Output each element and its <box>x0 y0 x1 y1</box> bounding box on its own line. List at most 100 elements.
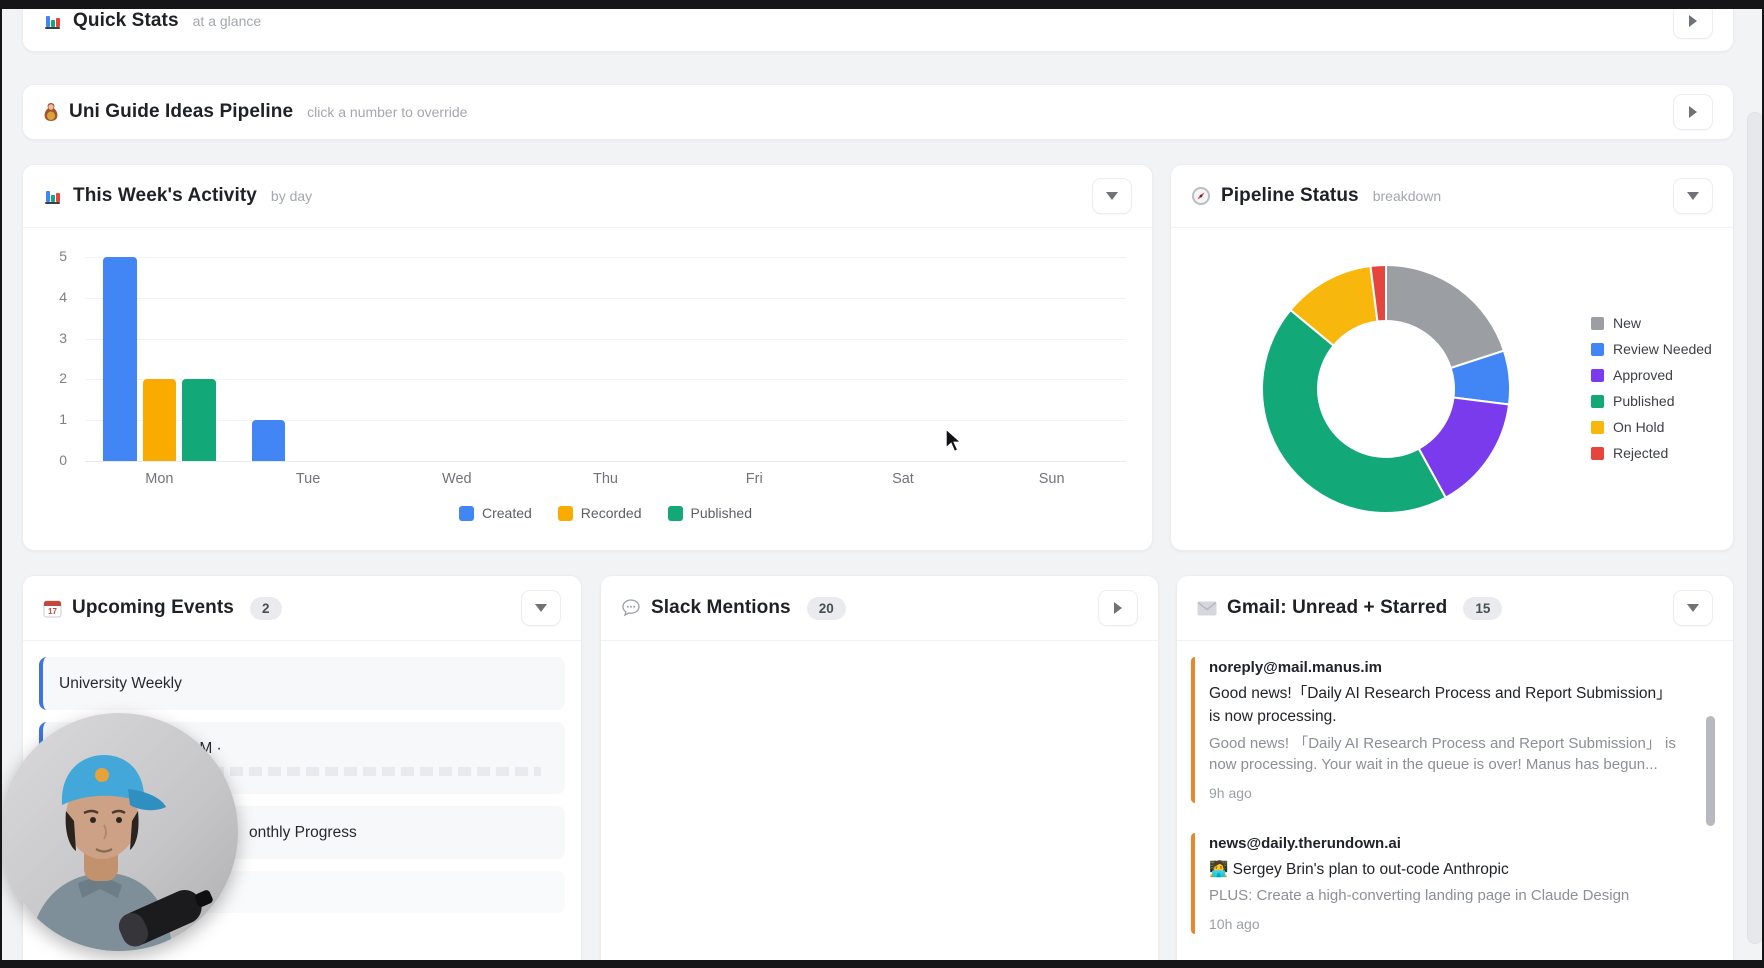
gridline <box>85 339 1126 340</box>
x-axis-tick: Fri <box>680 471 829 487</box>
legend-swatch <box>558 506 573 521</box>
bar-recorded-mon[interactable] <box>143 379 177 461</box>
webcam-video <box>0 713 238 951</box>
donut-slice-new[interactable] <box>1386 265 1504 368</box>
y-axis-tick: 1 <box>27 411 67 427</box>
email-timestamp: 10h ago <box>1209 916 1677 932</box>
legend-label: Rejected <box>1613 445 1668 461</box>
legend-swatch <box>1591 447 1604 460</box>
dropdown-button[interactable] <box>1673 590 1713 626</box>
email-snippet: PLUS: Create a high-converting landing p… <box>1209 885 1677 907</box>
expand-button[interactable] <box>1673 94 1713 130</box>
email-subject: Good news!「Daily AI Research Process and… <box>1209 682 1677 729</box>
bar-chart-icon <box>43 11 63 31</box>
legend-label: Recorded <box>581 505 642 521</box>
gridline <box>85 379 1126 380</box>
svg-text:17: 17 <box>48 607 57 616</box>
x-axis-tick: Wed <box>382 471 531 487</box>
gmail-panel: Gmail: Unread + Starred 15 noreply@mail.… <box>1176 575 1734 968</box>
bar-chart-plot <box>85 257 1126 461</box>
chevron-down-icon <box>535 604 547 612</box>
legend-item-new[interactable]: New <box>1591 315 1712 331</box>
webcam-overlay[interactable] <box>0 713 238 951</box>
legend-item-published[interactable]: Published <box>668 505 753 521</box>
legend-swatch <box>1591 317 1604 330</box>
panel-title: Slack Mentions <box>651 597 791 619</box>
legend-swatch <box>459 506 474 521</box>
legend-item-recorded[interactable]: Recorded <box>558 505 642 521</box>
x-axis-tick: Sat <box>829 471 978 487</box>
email-sender: news@daily.therundown.ai <box>1209 835 1677 852</box>
donut-slice-published[interactable] <box>1262 310 1446 513</box>
y-axis-tick: 0 <box>27 452 67 468</box>
x-axis-tick: Mon <box>85 471 234 487</box>
legend-item-published[interactable]: Published <box>1591 393 1712 409</box>
email-timestamp: 9h ago <box>1209 785 1677 801</box>
legend-item-review-needed[interactable]: Review Needed <box>1591 341 1712 357</box>
chevron-down-icon <box>1687 604 1699 612</box>
x-axis-tick: Sun <box>977 471 1126 487</box>
dropdown-button[interactable] <box>521 590 561 626</box>
count-badge: 15 <box>1463 597 1502 620</box>
gridline <box>85 257 1126 258</box>
legend-item-on-hold[interactable]: On Hold <box>1591 419 1712 435</box>
email-list-scrollbar[interactable] <box>1706 716 1715 826</box>
bar-chart-icon <box>43 186 63 206</box>
uni-guide-pipeline-panel: Uni Guide Ideas Pipeline click a number … <box>22 84 1734 140</box>
panel-title: Uni Guide Ideas Pipeline <box>69 101 293 123</box>
pipeline-status-panel: Pipeline Status breakdown NewReview Need… <box>1170 164 1734 551</box>
count-badge: 20 <box>807 597 846 620</box>
dashboard-stage: Quick Stats at a glance Uni Guide Ideas … <box>0 0 1764 968</box>
legend-label: Approved <box>1613 367 1673 383</box>
bar-created-tue[interactable] <box>252 420 286 461</box>
legend-label: New <box>1613 315 1641 331</box>
speech-bubble-icon <box>621 598 641 618</box>
dropdown-button[interactable] <box>1673 178 1713 214</box>
chevron-down-icon <box>1106 192 1118 200</box>
panel-title: Pipeline Status <box>1221 185 1359 207</box>
bar-created-mon[interactable] <box>103 257 137 461</box>
count-badge: 2 <box>250 597 282 620</box>
email-list-item[interactable]: news@daily.therundown.ai 🧑‍💻 Sergey Brin'… <box>1191 833 1713 934</box>
panel-title: This Week's Activity <box>73 185 257 207</box>
email-sender: noreply@mail.manus.im <box>1209 659 1677 676</box>
gridline <box>85 420 1126 421</box>
legend-swatch <box>1591 395 1604 408</box>
email-list-item[interactable]: noreply@mail.manus.im Good news!「Daily AI… <box>1191 657 1713 803</box>
calendar-icon: 17 <box>43 599 62 618</box>
play-icon <box>1689 15 1697 27</box>
panel-title: Upcoming Events <box>72 597 234 619</box>
legend-label: Review Needed <box>1613 341 1712 357</box>
pipeline-legend: New Review Needed Approved Published On Hold… <box>1591 315 1712 461</box>
panel-title: Quick Stats <box>73 10 179 32</box>
expand-button[interactable] <box>1098 590 1138 626</box>
gridline <box>85 298 1126 299</box>
chevron-down-icon <box>1687 192 1699 200</box>
bar-chart-x-axis: MonTueWedThuFriSatSun <box>85 471 1126 487</box>
dropdown-button[interactable] <box>1092 178 1132 214</box>
compass-icon <box>1191 186 1211 206</box>
event-label: onthly Progress <box>249 824 551 842</box>
legend-swatch <box>668 506 683 521</box>
legend-item-created[interactable]: Created <box>459 505 532 521</box>
email-subject: 🧑‍💻 Sergey Brin's plan to out-code Anthr… <box>1209 858 1677 881</box>
bar-chart-legend: Created Recorded Published <box>85 505 1126 521</box>
legend-swatch <box>1591 343 1604 356</box>
legend-item-rejected[interactable]: Rejected <box>1591 445 1712 461</box>
legend-swatch <box>1591 421 1604 434</box>
event-list-item[interactable]: University Weekly <box>39 657 565 710</box>
play-icon <box>1689 106 1697 118</box>
bar-published-mon[interactable] <box>182 379 216 461</box>
page-scrollbar[interactable] <box>1747 112 1763 944</box>
y-axis-tick: 2 <box>27 370 67 386</box>
doll-icon <box>43 102 59 122</box>
slack-mentions-panel: Slack Mentions 20 <box>600 575 1159 968</box>
event-label: PM · <box>189 740 551 758</box>
y-axis-tick: 3 <box>27 330 67 346</box>
panel-subtitle: by day <box>271 188 312 204</box>
legend-label: On Hold <box>1613 419 1664 435</box>
gridline <box>85 461 1126 462</box>
email-list: noreply@mail.manus.im Good news!「Daily AI… <box>1177 641 1733 934</box>
legend-item-approved[interactable]: Approved <box>1591 367 1712 383</box>
y-axis-tick: 4 <box>27 289 67 305</box>
